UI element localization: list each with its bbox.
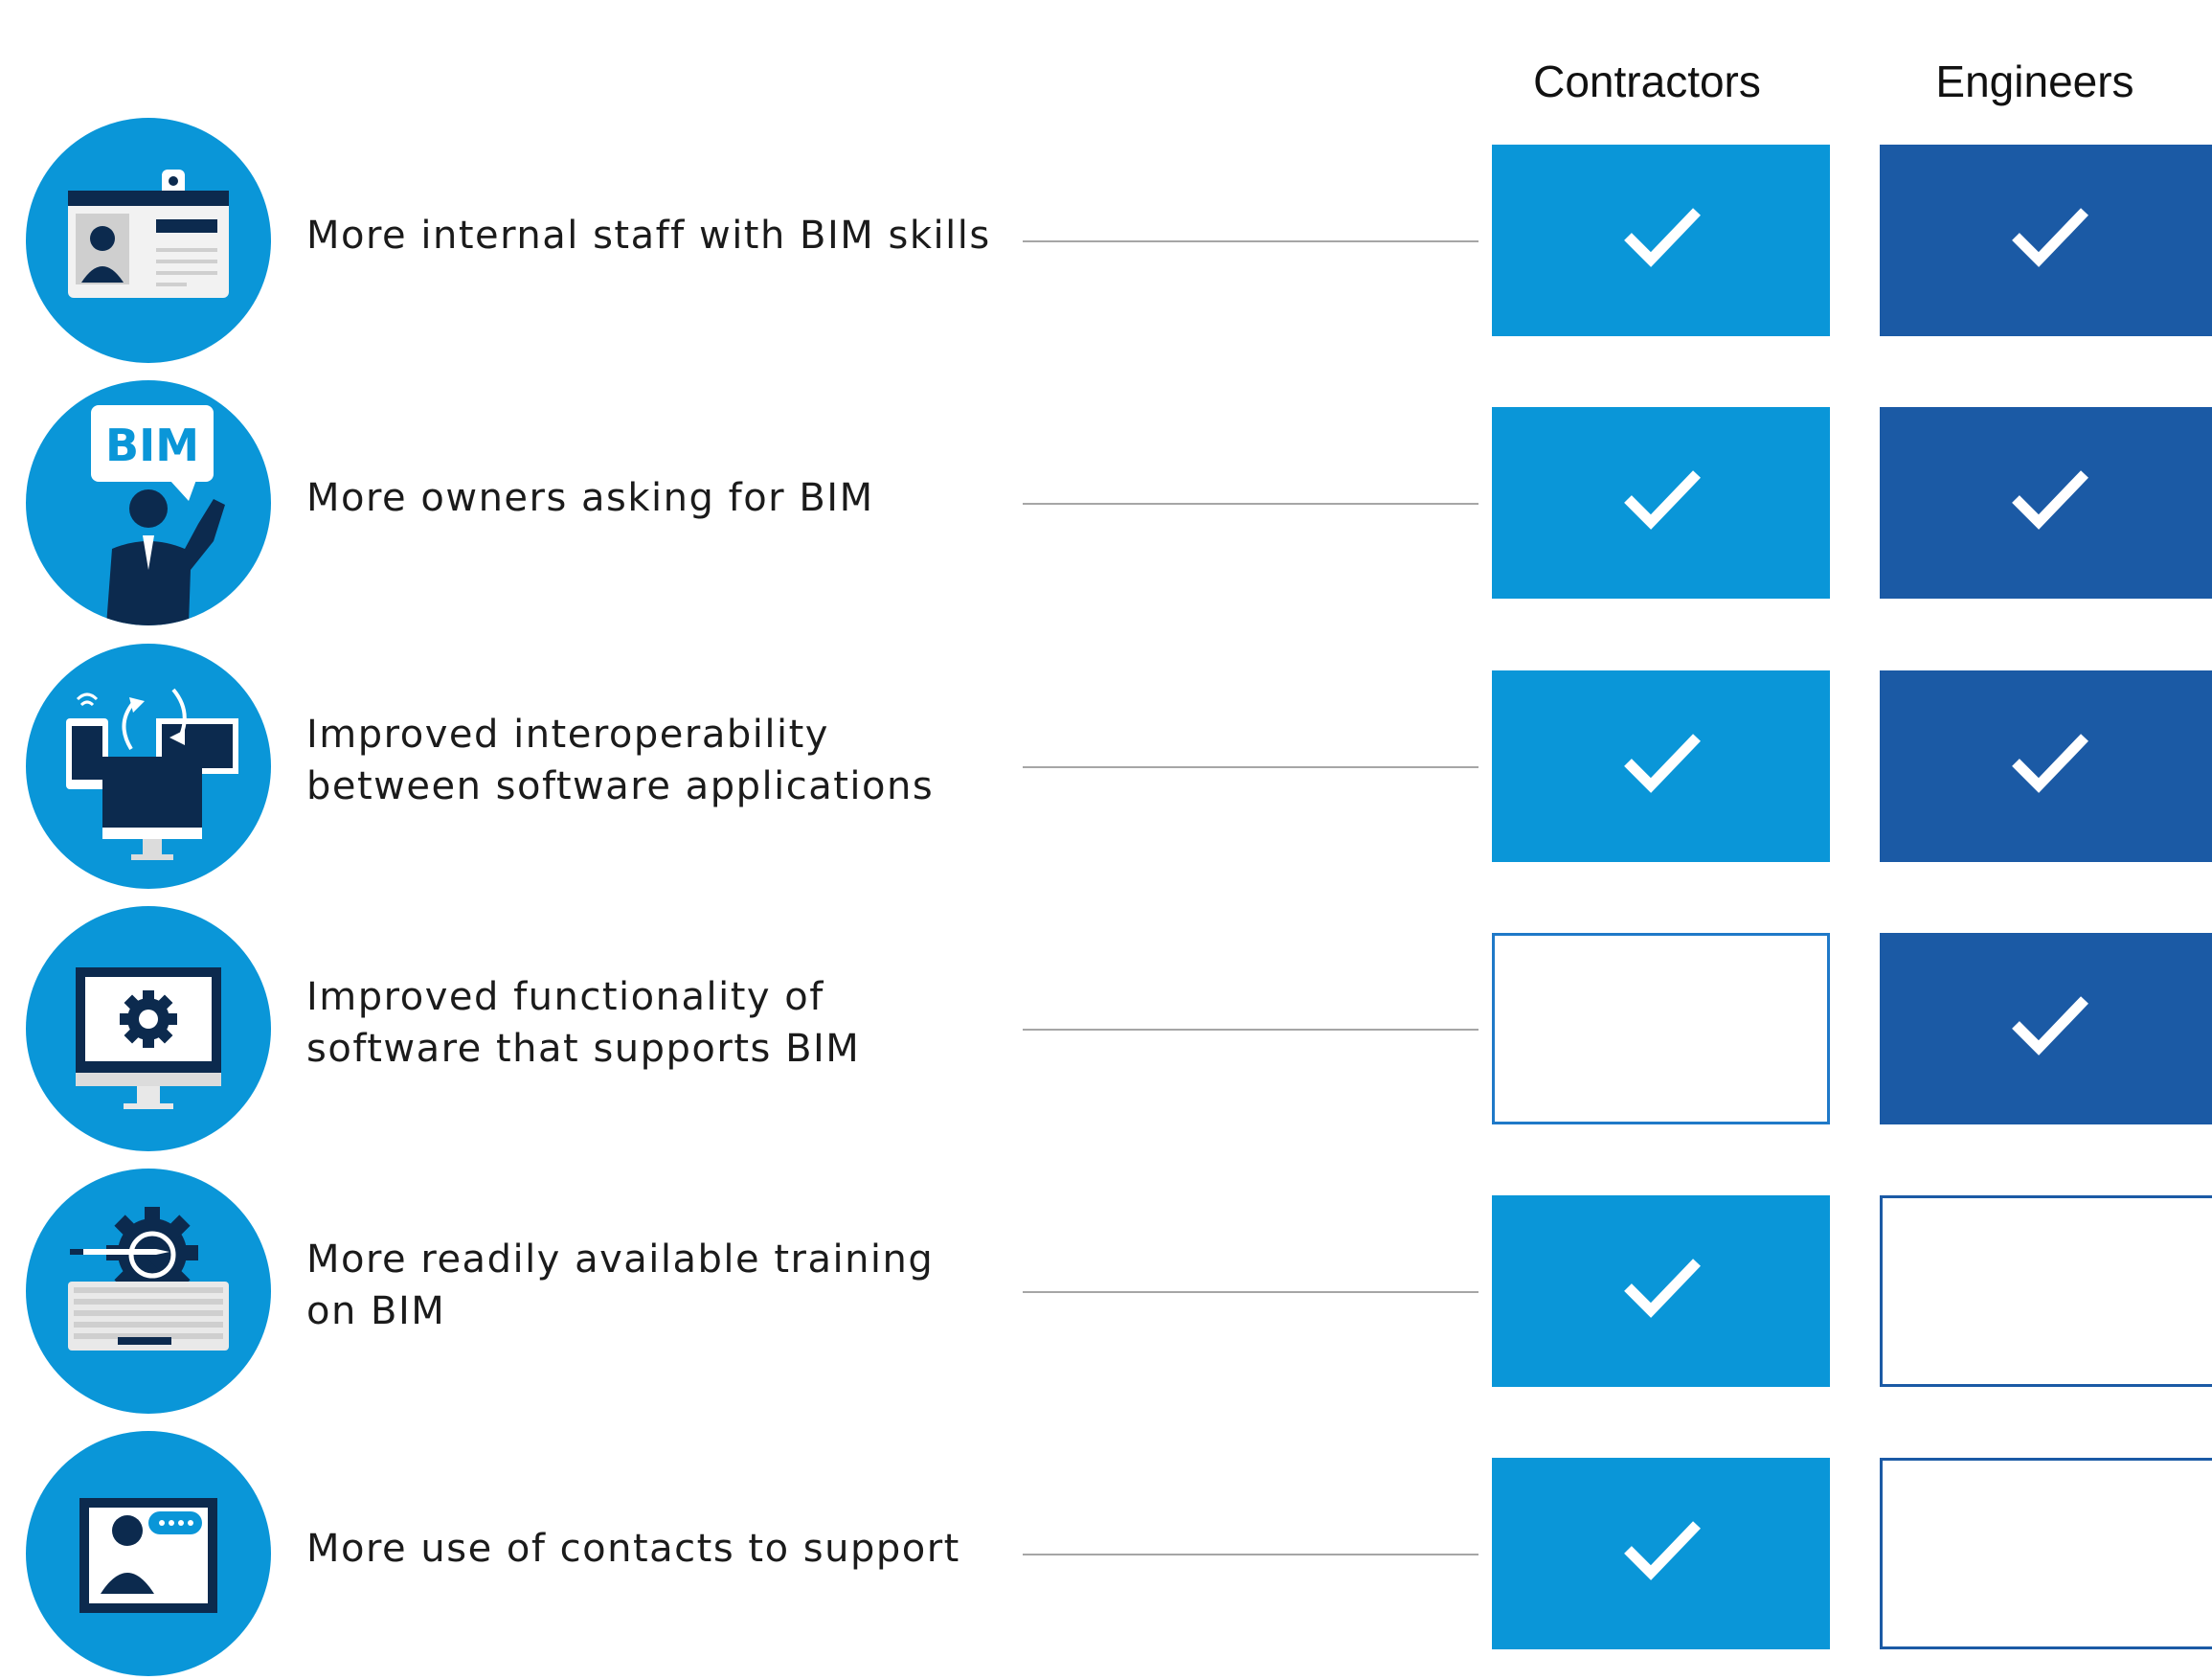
bim-speech-person-icon: BIM — [26, 380, 271, 625]
contractors-check-cell — [1492, 145, 1830, 336]
comparison-row: More readily available training on BIM — [0, 1169, 2212, 1418]
contractors-check-cell — [1492, 1195, 1830, 1387]
contractors-check-cell — [1492, 1458, 1830, 1649]
id-badge-icon — [26, 118, 271, 363]
devices-sync-icon — [26, 644, 271, 889]
comparison-row: BIM More owners asking for BIM — [0, 380, 2212, 629]
checkmark-icon — [1624, 1259, 1701, 1318]
connector-line — [1023, 240, 1478, 242]
checkmark-icon — [1624, 1521, 1701, 1580]
checkmark-icon — [1624, 470, 1701, 530]
contractors-check-cell — [1492, 670, 1830, 862]
checkmark-icon — [2012, 734, 2088, 793]
checkmark-icon — [1624, 734, 1701, 793]
row-label: More use of contacts to support — [306, 1527, 960, 1571]
bim-text: BIM — [105, 420, 199, 471]
column-header-contractors: Contractors — [1533, 57, 1761, 106]
engineers-check-cell — [1880, 407, 2212, 599]
connector-line — [1023, 1029, 1478, 1031]
engineers-check-cell — [1880, 670, 2212, 862]
contractors-empty-cell — [1492, 933, 1830, 1124]
engineers-check-cell — [1880, 145, 2212, 336]
column-header-engineers: Engineers — [1935, 57, 2134, 106]
row-label: More readily available training on BIM — [306, 1237, 935, 1333]
comparison-row: Improved interoperability between softwa… — [0, 644, 2212, 893]
engineers-empty-cell — [1880, 1195, 2212, 1387]
checkmark-icon — [2012, 470, 2088, 530]
engineers-check-cell — [1880, 933, 2212, 1124]
monitor-gear-icon — [26, 906, 271, 1151]
keyboard-gear-icon — [26, 1169, 271, 1414]
connector-line — [1023, 1554, 1478, 1555]
comparison-row: More use of contacts to support — [0, 1431, 2212, 1680]
checkmark-icon — [1624, 208, 1701, 267]
comparison-row: Improved functionality of software that … — [0, 906, 2212, 1155]
connector-line — [1023, 1291, 1478, 1293]
checkmark-icon — [2012, 208, 2088, 267]
comparison-row: More internal staff with BIM skills — [0, 118, 2212, 367]
connector-line — [1023, 503, 1478, 505]
row-label: More internal staff with BIM skills — [306, 214, 991, 258]
contractors-check-cell — [1492, 407, 1830, 599]
row-label: Improved functionality of software that … — [306, 975, 861, 1071]
row-label: Improved interoperability between softwa… — [306, 713, 935, 808]
row-label: More owners asking for BIM — [306, 476, 874, 520]
checkmark-icon — [2012, 996, 2088, 1056]
support-contact-icon — [26, 1431, 271, 1676]
engineers-empty-cell — [1880, 1458, 2212, 1649]
connector-line — [1023, 766, 1478, 768]
